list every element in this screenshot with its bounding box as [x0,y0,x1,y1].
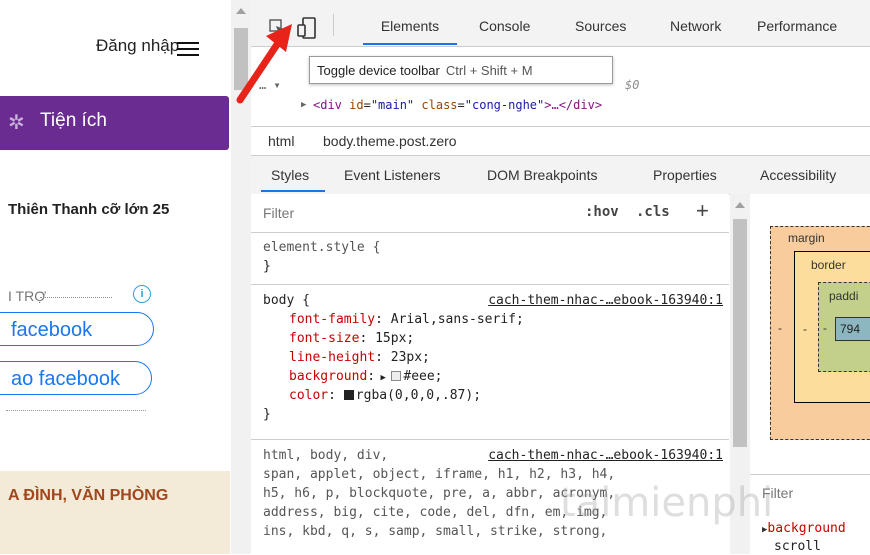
computed-filter-input[interactable]: Filter [762,485,793,501]
toolbar-divider [333,14,334,36]
element-style-rule[interactable]: element.style { } [251,238,729,278]
scroll-up-icon[interactable] [735,202,745,208]
scroll-thumb[interactable] [733,219,747,447]
gear-flower-icon: ✲ [8,112,25,134]
color-swatch[interactable] [391,371,402,381]
reset-rule-source-link[interactable]: cach-them-nhac-…ebook-163940:1 [488,446,723,465]
tab-elements[interactable]: Elements [363,0,457,46]
tab-accessibility[interactable]: Accessibility [760,156,836,194]
divider [6,410,146,411]
tab-console[interactable]: Console [479,0,530,46]
tab-network[interactable]: Network [670,0,721,46]
article-snippet[interactable]: Thiên Thanh cỡ lớn 25 [8,201,169,218]
prop-font-size[interactable]: font-size: 15px; [289,329,414,348]
computed-pane: Filter ▶background scroll [750,474,870,555]
box-model-margin[interactable]: margin - border - paddi - 794 [770,226,870,440]
breadcrumb-body[interactable]: body.theme.post.zero [323,127,457,155]
breadcrumb: html body.theme.post.zero [251,126,870,155]
expand-triangle-icon[interactable]: ▶ [301,95,306,115]
border-label: border [811,258,846,272]
info-icon[interactable]: i [133,285,151,303]
rule-divider [251,439,729,440]
styles-scrollbar[interactable] [730,194,750,554]
sponsor-divider [40,297,112,298]
rule-close: } [263,259,271,274]
tab-event-listeners[interactable]: Event Listeners [344,156,441,194]
box-model-pane: margin - border - paddi - 794 [750,194,870,474]
body-selector: body { [263,293,310,308]
tab-dom-breakpoints[interactable]: DOM Breakpoints [487,156,597,194]
active-subtab-indicator [261,190,325,192]
banner-image[interactable]: A ĐÌNH, VĂN PHÒNG [0,471,230,554]
tooltip-label: Toggle device toolbar [317,63,440,78]
facebook-button-1[interactable]: facebook [0,312,154,346]
body-rule-source-link[interactable]: cach-them-nhac-…ebook-163940:1 [488,291,723,310]
padding-label: paddi [829,289,859,303]
devtools-toolbar: Elements Console Sources Network Perform… [251,0,870,47]
reset-selector-line: h5, h6, p, blockquote, pre, a, abbr, acr… [263,486,616,501]
tien-ich-button[interactable]: ✲ Tiện ích [0,96,229,150]
margin-left-value: - [778,321,782,335]
prop-background[interactable]: background: ▶ #eee; [289,367,443,388]
expand-triangle-icon[interactable]: ▶ [375,373,391,383]
rule-close: } [263,407,271,422]
banner-text: A ĐÌNH, VĂN PHÒNG [8,487,169,504]
margin-label: margin [788,231,825,245]
styles-filter-input[interactable]: Filter [263,205,294,221]
tab-sources[interactable]: Sources [575,0,626,46]
tab-properties[interactable]: Properties [653,156,717,194]
hov-toggle[interactable]: :hov [585,204,619,220]
menu-lines-icon[interactable] [175,38,201,60]
red-arrow-annotation [236,24,292,104]
element-style-selector: element.style { [263,240,381,255]
scroll-up-icon[interactable] [236,8,246,14]
device-toolbar-tooltip: Toggle device toolbar Ctrl + Shift + M [309,56,613,84]
tooltip-shortcut: Ctrl + Shift + M [445,63,533,78]
device-toolbar-icon[interactable] [297,17,317,39]
cls-toggle[interactable]: .cls [636,204,670,220]
styles-subtabs: Styles Event Listeners DOM Breakpoints P… [251,155,870,195]
prop-color[interactable]: color: rgba(0,0,0,.87); [289,386,481,405]
sponsor-label: I TRỢ [8,288,47,304]
reset-selector-line: span, applet, object, iframe, h1, h2, h3… [263,467,616,482]
reset-selector-line: ins, kbd, q, s, samp, small, strike, str… [263,524,608,539]
dom-selected-marker: $0 [625,78,640,92]
tab-styles[interactable]: Styles [271,156,309,194]
dom-node-code: <div id="main" class="cong-nghe">…</div> [313,98,603,112]
box-model-content[interactable]: 794 [835,317,870,341]
body-rule[interactable]: body { cach-them-nhac-…ebook-163940:1 fo… [251,291,729,431]
computed-property[interactable]: ▶background [762,521,846,536]
new-rule-button[interactable]: + [696,198,709,224]
box-model-padding[interactable]: paddi - 794 [818,282,870,372]
prop-line-height[interactable]: line-height: 23px; [289,348,430,367]
login-link[interactable]: Đăng nhập [96,36,179,56]
styles-filter-bar: Filter :hov .cls + [251,194,729,233]
border-left-value: - [803,322,807,336]
webpage-panel: Đăng nhập ✲ Tiện ích Thiên Thanh cỡ lớn … [0,0,230,554]
breadcrumb-html[interactable]: html [268,127,294,155]
box-model-border[interactable]: border - paddi - 794 [794,251,870,403]
padding-left-value: - [823,321,827,335]
reset-selector-line: html, body, div, [263,448,389,463]
facebook-button-2[interactable]: ao facebook [0,361,152,395]
tien-ich-label: Tiện ích [40,110,107,131]
tab-performance[interactable]: Performance [757,0,837,46]
rule-divider [251,284,729,285]
prop-font-family[interactable]: font-family: Arial,sans-serif; [289,310,524,329]
active-tab-indicator [363,43,457,45]
styles-pane: Filter :hov .cls + element.style { } bod… [251,194,729,554]
reset-selector-line: address, big, cite, code, del, dfn, em, … [263,505,608,520]
reset-rule[interactable]: html, body, div, cach-them-nhac-…ebook-1… [251,446,729,554]
computed-value: scroll [774,539,821,554]
color-swatch[interactable] [343,390,354,400]
